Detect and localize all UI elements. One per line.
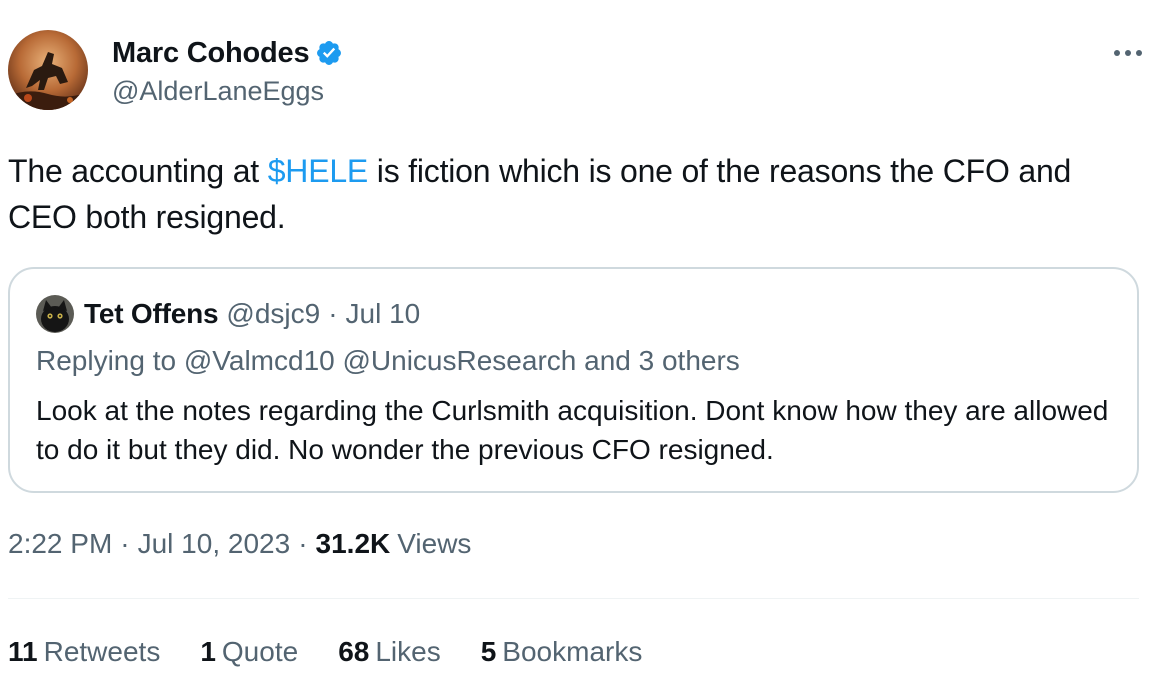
- bookmarks-stat[interactable]: 5 Bookmarks: [481, 636, 643, 668]
- retweets-count: 11: [8, 636, 38, 667]
- quoted-tweet[interactable]: Tet Offens @dsjc9 · Jul 10 Replying to @…: [8, 267, 1139, 493]
- views-label[interactable]: Views: [397, 528, 471, 560]
- quoted-author-name[interactable]: Tet Offens: [84, 298, 219, 330]
- retweets-label: Retweets: [43, 636, 161, 667]
- quotes-count: 1: [200, 636, 216, 667]
- quotes-label: Quote: [221, 636, 299, 667]
- views-count[interactable]: 31.2K: [316, 528, 391, 560]
- meta-separator: ·: [298, 528, 308, 559]
- bookmarks-label: Bookmarks: [502, 636, 643, 667]
- engagement-stats: 11 Retweets 1 Quote 68 Likes 5 Bookmarks: [8, 636, 682, 668]
- likes-label: Likes: [375, 636, 441, 667]
- quoted-tweet-header: Tet Offens @dsjc9 · Jul 10: [36, 295, 420, 333]
- quoted-replying-to: Replying to @Valmcd10 @UnicusResearch an…: [36, 345, 740, 376]
- author-handle[interactable]: @AlderLaneEggs: [112, 76, 343, 107]
- likes-count: 68: [338, 636, 370, 667]
- quoted-tweet-text: Look at the notes regarding the Curlsmit…: [36, 395, 1109, 465]
- author-name[interactable]: Marc Cohodes: [112, 37, 310, 70]
- verified-badge-icon[interactable]: [315, 39, 343, 67]
- author-name-row: Marc Cohodes: [112, 36, 343, 70]
- quoted-separator-dot: ·: [328, 298, 338, 329]
- quoted-author-handle[interactable]: @dsjc9: [226, 298, 320, 330]
- cashtag-link[interactable]: $HELE: [268, 153, 369, 189]
- more-horizontal-icon[interactable]: [1108, 38, 1148, 68]
- tweet-text-before: The accounting at: [8, 153, 268, 189]
- author-avatar[interactable]: [8, 30, 88, 110]
- tweet-meta: 2:22 PM · Jul 10, 2023 · 31.2K Views: [8, 528, 471, 560]
- tweet-header: Marc Cohodes @AlderLaneEggs: [8, 30, 1148, 112]
- divider: [8, 598, 1139, 599]
- meta-separator: ·: [120, 528, 130, 559]
- quotes-stat[interactable]: 1 Quote: [200, 636, 298, 668]
- likes-stat[interactable]: 68 Likes: [338, 636, 441, 668]
- tweet-text: The accounting at $HELE is fiction which…: [8, 148, 1138, 240]
- quoted-author-avatar[interactable]: [36, 295, 74, 333]
- author-names: Marc Cohodes @AlderLaneEggs: [112, 36, 343, 107]
- tweet-date[interactable]: Jul 10, 2023: [138, 528, 291, 560]
- bookmarks-count: 5: [480, 636, 497, 667]
- retweets-stat[interactable]: 11 Retweets: [8, 636, 160, 668]
- tweet-time[interactable]: 2:22 PM: [8, 528, 112, 560]
- quoted-tweet-date[interactable]: Jul 10: [346, 298, 421, 330]
